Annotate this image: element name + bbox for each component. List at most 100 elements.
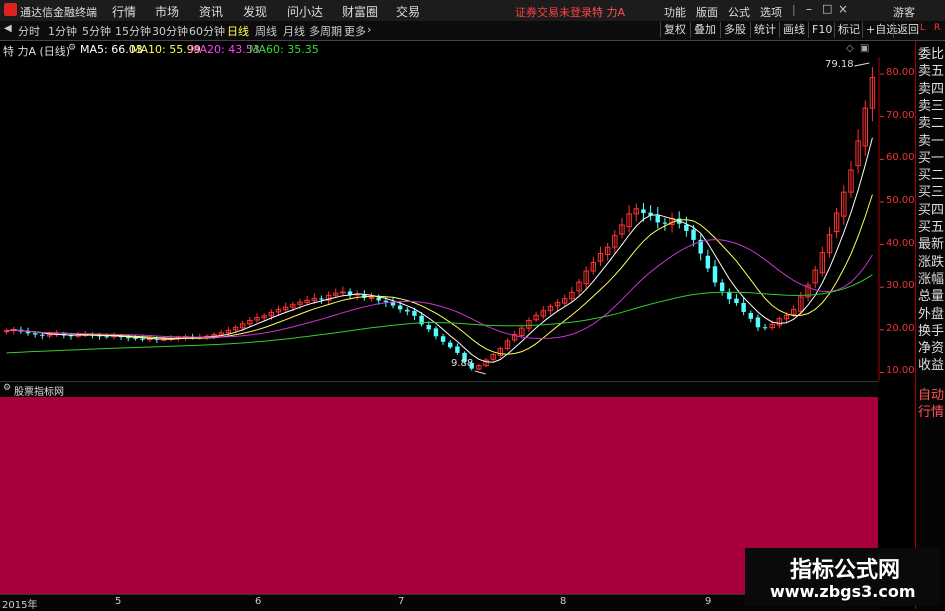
sidebar-item[interactable]: 净资 — [918, 341, 944, 356]
menu-wealth[interactable]: 财富圈 — [342, 3, 378, 20]
candlestick-chart[interactable] — [0, 57, 915, 381]
sidebar-r-label[interactable]: R — [934, 23, 940, 33]
period-tab-1min[interactable]: 1分钟 — [48, 23, 77, 39]
sidebar-item[interactable]: 总量 — [918, 289, 944, 304]
sidebar-item[interactable]: 卖三 — [918, 99, 944, 114]
settings-gear-icon[interactable]: ⚙ — [68, 43, 76, 53]
period-tab-5min[interactable]: 5分钟 — [82, 23, 111, 39]
sidebar-item[interactable]: 卖四 — [918, 82, 944, 97]
toolbar-mark-button[interactable]: 标记 — [834, 22, 863, 38]
candle-body — [748, 312, 753, 319]
ma20-line — [6, 239, 873, 339]
sidebar-item[interactable]: 买五 — [918, 220, 944, 235]
candle-body — [126, 337, 131, 339]
low-price-label: 9.88 — [451, 358, 474, 369]
menu-news[interactable]: 资讯 — [199, 3, 223, 20]
candle-body — [448, 342, 453, 348]
x-tick-label: 7 — [398, 596, 405, 607]
x-tick-label: 5 — [115, 596, 122, 607]
period-tab-monthly[interactable]: 月线 — [283, 23, 305, 39]
menu-bar: 通达信金融终端 行情 市场 资讯 发现 问小达 财富圈 交易 证券交易未登录 特… — [0, 0, 945, 22]
toolbar-overlay-button[interactable]: 叠加 — [690, 22, 719, 38]
back-icon[interactable]: ◀ — [4, 23, 12, 34]
y-tick-label: 10.00 — [886, 365, 915, 377]
candle-body — [433, 328, 439, 337]
period-tab-30min[interactable]: 30分钟 — [152, 23, 188, 39]
app-title: 通达信金融终端 — [20, 6, 97, 19]
close-icon[interactable]: × — [838, 2, 848, 16]
menu-discover[interactable]: 发现 — [243, 3, 267, 20]
y-tick-label: 80.00 — [886, 67, 915, 79]
toolbar-f10-button[interactable]: F10 — [808, 22, 835, 38]
period-tab-15min[interactable]: 15分钟 — [115, 23, 151, 39]
high-price-label: 79.18 — [825, 59, 854, 70]
period-tab-intraday[interactable]: 分时 — [18, 23, 40, 39]
user-label[interactable]: 游客 — [893, 4, 915, 20]
candle-body — [412, 310, 417, 316]
candle-body — [684, 224, 689, 231]
sidebar-item[interactable]: 换手 — [918, 324, 944, 339]
sidebar-item[interactable]: 自动 — [918, 388, 944, 403]
menu-market[interactable]: 市场 — [155, 3, 179, 20]
x-tick-label: 9 — [705, 596, 712, 607]
sidebar-item[interactable]: 买四 — [918, 203, 944, 218]
candle-body — [755, 317, 761, 328]
maximize-icon[interactable]: □ — [822, 2, 832, 15]
y-tick-label: 60.00 — [886, 152, 915, 164]
y-tick-label: 40.00 — [886, 237, 915, 249]
candle-body — [32, 333, 38, 335]
sidebar-item[interactable]: 收益 — [918, 358, 944, 373]
candle-body — [662, 222, 668, 224]
sidebar-item[interactable]: 最新 — [918, 237, 944, 252]
pane-toggle-icon[interactable]: ▣ — [860, 43, 869, 54]
menu-layout[interactable]: 版面 — [696, 4, 718, 20]
menu-quotes[interactable]: 行情 — [112, 3, 136, 20]
indicator-header: ⚙ 股票指标网 — [0, 381, 878, 398]
menu-formula[interactable]: 公式 — [728, 4, 750, 20]
candle-body — [719, 282, 725, 292]
candle-body — [734, 298, 739, 303]
menu-ask[interactable]: 问小达 — [287, 3, 323, 20]
sidebar-item[interactable]: 涨幅 — [918, 272, 944, 287]
period-tab-more[interactable]: 更多 — [344, 23, 366, 39]
minimize-icon[interactable]: – — [806, 2, 812, 16]
toolbar-adjust-button[interactable]: 复权 — [660, 22, 689, 38]
menu-options[interactable]: 选项 — [760, 4, 782, 20]
sidebar-item[interactable]: 行情 — [918, 405, 944, 420]
toolbar-stats-button[interactable]: 统计 — [750, 22, 779, 38]
candle-body — [691, 229, 696, 240]
indicator-gear-icon[interactable]: ⚙ — [3, 383, 11, 393]
sidebar-item[interactable]: 买二 — [918, 168, 944, 183]
sidebar-item[interactable]: 卖五 — [918, 64, 944, 79]
sidebar-item[interactable]: 涨跌 — [918, 255, 944, 270]
candle-body — [376, 297, 381, 301]
period-tab-weekly[interactable]: 周线 — [255, 23, 277, 39]
period-toolbar: ◀ 分时 1分钟 5分钟 15分钟 30分钟 60分钟 日线 周线 月线 多周期… — [0, 21, 945, 41]
more-chevron-icon[interactable]: › — [367, 23, 371, 36]
toolbar-drawline-button[interactable]: 画线 — [779, 22, 808, 38]
candle-body — [741, 302, 746, 312]
period-tab-multi[interactable]: 多周期 — [309, 23, 342, 39]
sidebar-item[interactable]: 委比 — [918, 47, 944, 62]
toolbar-multistock-button[interactable]: 多股 — [720, 22, 749, 38]
period-tab-60min[interactable]: 60分钟 — [189, 23, 225, 39]
y-tick-label: 50.00 — [886, 194, 915, 206]
expand-diamond-icon[interactable]: ◇ — [846, 43, 854, 54]
toolbar-return-button[interactable]: 返回 — [893, 22, 922, 38]
sidebar-item[interactable]: 买一 — [918, 151, 944, 166]
menu-function[interactable]: 功能 — [664, 4, 686, 20]
watermark-title: 指标公式网 — [790, 558, 901, 583]
candle-body — [641, 209, 646, 214]
candle-body — [319, 298, 324, 300]
sidebar-item[interactable]: 买三 — [918, 185, 944, 200]
menu-trade[interactable]: 交易 — [396, 3, 420, 20]
sidebar-l-label[interactable]: L — [920, 23, 925, 33]
sidebar-item[interactable]: 卖一 — [918, 134, 944, 149]
candle-body — [397, 305, 403, 310]
login-notice[interactable]: 证券交易未登录 — [515, 4, 592, 20]
candle-body — [368, 296, 375, 299]
sidebar-item[interactable]: 卖二 — [918, 116, 944, 131]
sidebar-item[interactable]: 外盘 — [918, 307, 944, 322]
watermark-url: www.zbgs3.com — [770, 582, 916, 601]
period-tab-daily[interactable]: 日线 — [227, 23, 249, 39]
